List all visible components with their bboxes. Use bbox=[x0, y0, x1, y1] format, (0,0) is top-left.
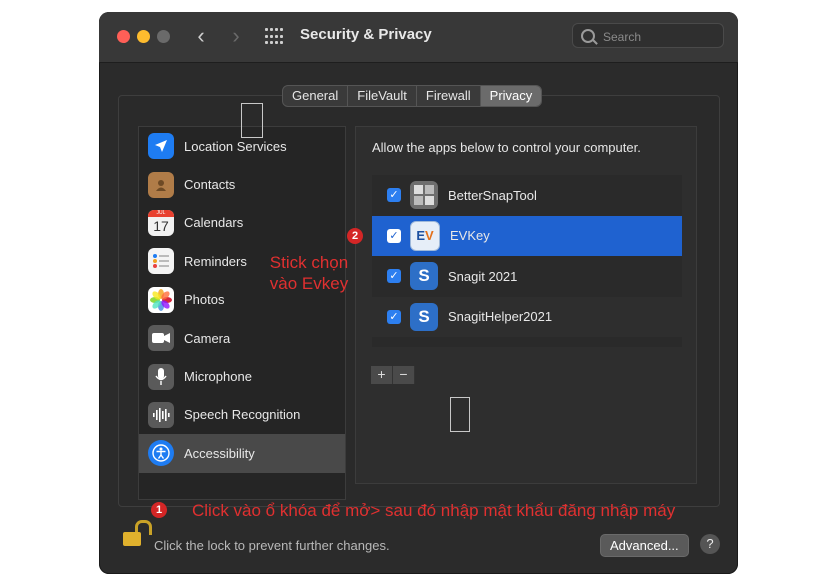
tab-filevault[interactable]: FileVault bbox=[348, 86, 417, 106]
bettersnaptool-icon bbox=[410, 181, 438, 210]
search-input[interactable] bbox=[601, 28, 720, 46]
tab-firewall[interactable]: Firewall bbox=[417, 86, 481, 106]
app-name: EVKey bbox=[450, 228, 490, 244]
sidebar-item-speech-recognition[interactable]: Speech Recognition bbox=[139, 396, 345, 434]
back-chevron-icon[interactable]: ‹ bbox=[189, 24, 213, 48]
app-checkbox[interactable]: ✓ bbox=[387, 269, 401, 284]
forward-chevron-icon[interactable]: › bbox=[224, 24, 248, 48]
sidebar-item-calendars[interactable]: JUL 17 Calendars bbox=[139, 204, 345, 242]
calendar-icon: JUL 17 bbox=[148, 209, 174, 236]
close-window-button[interactable] bbox=[117, 30, 130, 43]
app-row-evkey[interactable]: ✓ EV EVKey bbox=[372, 215, 682, 256]
search-field[interactable] bbox=[572, 23, 724, 48]
sidebar-item-label: Camera bbox=[184, 330, 231, 346]
remove-app-button[interactable]: − bbox=[393, 366, 415, 384]
app-row-snagithelper2021[interactable]: ✓ S SnagitHelper2021 bbox=[372, 296, 682, 337]
advanced-button[interactable]: Advanced... bbox=[600, 534, 689, 557]
tab-bar: General FileVault Firewall Privacy bbox=[282, 85, 543, 107]
step-2-badge: 2 bbox=[347, 228, 363, 244]
search-icon bbox=[581, 29, 595, 43]
sidebar-item-label: Speech Recognition bbox=[184, 407, 301, 423]
app-checkbox[interactable]: ✓ bbox=[387, 188, 401, 203]
minimize-window-button[interactable] bbox=[137, 30, 150, 43]
panel-heading: Allow the apps below to control your com… bbox=[372, 140, 641, 155]
app-row-snagit-2021[interactable]: ✓ S Snagit 2021 bbox=[372, 256, 682, 297]
app-name: BetterSnapTool bbox=[448, 187, 537, 203]
location-arrow-icon bbox=[148, 133, 174, 160]
privacy-category-list: Location Services Contacts JUL 17 Calend… bbox=[138, 126, 346, 500]
waveform-icon bbox=[148, 401, 174, 428]
add-app-button[interactable]: + bbox=[371, 366, 393, 384]
photos-flower-icon bbox=[148, 286, 174, 313]
tab-privacy[interactable]: Privacy bbox=[480, 86, 542, 106]
reminders-list-icon bbox=[148, 248, 174, 275]
security-privacy-window: ‹ › Security & Privacy General FileVault… bbox=[99, 12, 738, 574]
snagit-icon: S bbox=[410, 262, 438, 291]
microphone-icon bbox=[148, 363, 174, 390]
lock-status-text: Click the lock to prevent further change… bbox=[154, 538, 390, 553]
sidebar-item-contacts[interactable]: Contacts bbox=[139, 165, 345, 203]
step-2-instruction: Stick chọn vào Evkey bbox=[269, 253, 349, 293]
allowed-apps-list: ✓ BetterSnapTool ✓ EV EVKey ✓ S Snagit 2… bbox=[372, 175, 682, 347]
show-all-grid-icon[interactable] bbox=[265, 28, 283, 46]
app-checkbox[interactable]: ✓ bbox=[387, 309, 401, 324]
tab-general[interactable]: General bbox=[283, 86, 349, 106]
app-name: SnagitHelper2021 bbox=[448, 309, 553, 325]
camera-icon bbox=[148, 325, 174, 352]
accessibility-icon bbox=[148, 440, 174, 467]
sidebar-item-accessibility[interactable]: Accessibility bbox=[139, 434, 345, 473]
app-row-bettersnaptool[interactable]: ✓ BetterSnapTool bbox=[372, 175, 682, 216]
contacts-book-icon bbox=[148, 171, 174, 198]
snagit-helper-icon: S bbox=[410, 302, 438, 331]
app-checkbox[interactable]: ✓ bbox=[387, 228, 401, 243]
title-bar: ‹ › Security & Privacy bbox=[99, 12, 738, 63]
zoom-window-button[interactable] bbox=[157, 30, 170, 43]
step-1-instruction: Click vào ổ khóa để mở> sau đó nhập mật … bbox=[192, 501, 676, 520]
sidebar-item-label: Reminders bbox=[184, 253, 247, 269]
evkey-icon: EV bbox=[410, 220, 440, 251]
help-button[interactable]: ? bbox=[700, 534, 720, 554]
sidebar-item-label: Contacts bbox=[184, 177, 236, 193]
step-1-badge: 1 bbox=[151, 502, 167, 518]
cursor-outline bbox=[450, 397, 470, 432]
sidebar-item-label: Photos bbox=[184, 292, 225, 308]
app-name: Snagit 2021 bbox=[448, 268, 518, 284]
sidebar-item-camera[interactable]: Camera bbox=[139, 319, 345, 357]
window-title: Security & Privacy bbox=[300, 26, 432, 43]
cursor-outline bbox=[241, 103, 263, 138]
add-remove-controls: + − bbox=[371, 366, 415, 384]
sidebar-item-label: Accessibility bbox=[184, 445, 255, 461]
sidebar-item-label: Location Services bbox=[184, 138, 287, 154]
sidebar-item-microphone[interactable]: Microphone bbox=[139, 357, 345, 395]
sidebar-item-label: Calendars bbox=[184, 215, 244, 231]
accessibility-panel: Allow the apps below to control your com… bbox=[355, 126, 697, 484]
sidebar-item-label: Microphone bbox=[184, 369, 252, 385]
